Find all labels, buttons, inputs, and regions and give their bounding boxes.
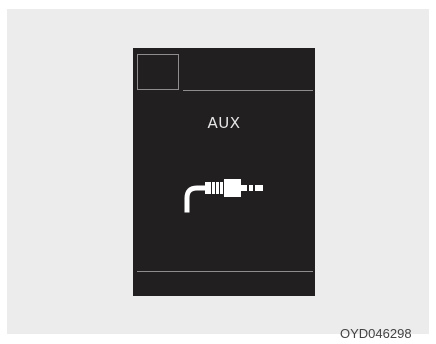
source-label: AUX	[207, 114, 241, 132]
aux-display-screen: AUX	[133, 48, 315, 296]
aux-cable-icon	[184, 179, 263, 213]
top-divider	[183, 90, 313, 91]
top-left-indicator-box	[137, 54, 179, 90]
figure-code: OYD046298	[340, 326, 412, 341]
bottom-divider	[137, 271, 313, 272]
